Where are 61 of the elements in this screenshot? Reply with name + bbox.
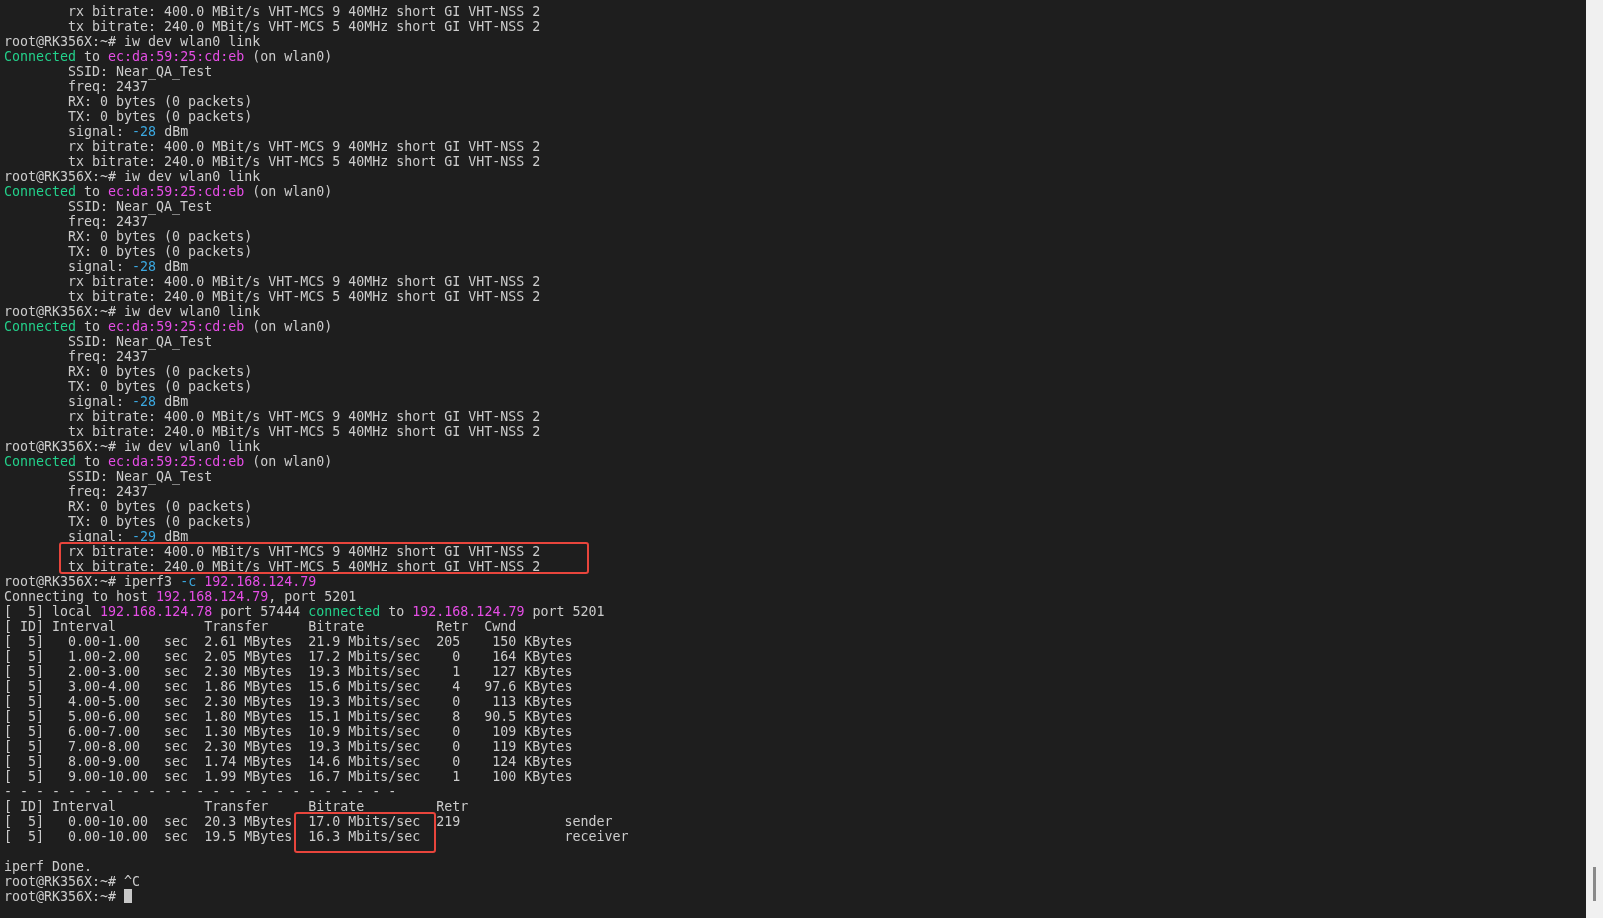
terminal-line: signal: -28 dBm (67, 394, 189, 409)
terminal-line: signal: -29 dBm (67, 529, 189, 544)
terminal-line: [ 5] local 192.168.124.78 port 57444 connected to 192.168.124.79 port 5201 (4, 604, 605, 619)
terminal-line: tx bitrate: 240.0 MBit/s VHT-MCS 5 40MHz short GI VHT-NSS 2 (67, 289, 541, 304)
terminal-line: Connected to ec:da:59:25:cd:eb (on wlan0) (4, 49, 333, 64)
terminal-line: freq: 2437 (67, 79, 149, 94)
terminal-line: RX: 0 bytes (0 packets) (67, 229, 253, 244)
terminal-line: - - - - - - - - - - - - - - - - - - - - - - - - - (4, 784, 397, 799)
terminal-line: freq: 2437 (67, 214, 149, 229)
terminal-line: [ 5] 9.00-10.00 sec 1.99 MBytes 16.7 Mbits/sec 1 100 KBytes (4, 769, 573, 784)
terminal-line: RX: 0 bytes (0 packets) (67, 364, 253, 379)
terminal-line: RX: 0 bytes (0 packets) (67, 94, 253, 109)
terminal-line: SSID: Near_QA_Test (67, 469, 213, 484)
terminal-line: iperf Done. (4, 859, 93, 874)
terminal-line: rx bitrate: 400.0 MBit/s VHT-MCS 9 40MHz short GI VHT-NSS 2 (67, 139, 541, 154)
terminal-line: freq: 2437 (67, 349, 149, 364)
terminal-line: [ 5] 3.00-4.00 sec 1.86 MBytes 15.6 Mbits/sec 4 97.6 KBytes (4, 679, 573, 694)
terminal-line: tx bitrate: 240.0 MBit/s VHT-MCS 5 40MHz short GI VHT-NSS 2 (67, 19, 541, 34)
terminal-line: tx bitrate: 240.0 MBit/s VHT-MCS 5 40MHz short GI VHT-NSS 2 (67, 424, 541, 439)
terminal-line: Connecting to host 192.168.124.79, port 5201 (4, 589, 357, 604)
terminal-line: SSID: Near_QA_Test (67, 334, 213, 349)
terminal-line: TX: 0 bytes (0 packets) (67, 379, 253, 394)
terminal-line: root@RK356X:~# iperf3 -c 192.168.124.79 (4, 574, 317, 589)
terminal-line: [ ID] Interval Transfer Bitrate Retr (4, 799, 469, 814)
terminal-line: root@RK356X:~# iw dev wlan0 link (4, 439, 261, 454)
terminal-line: signal: -28 dBm (67, 124, 189, 139)
terminal-line: rx bitrate: 400.0 MBit/s VHT-MCS 9 40MHz short GI VHT-NSS 2 (67, 544, 541, 559)
terminal-line: root@RK356X:~# (4, 889, 133, 904)
terminal-line: root@RK356X:~# iw dev wlan0 link (4, 304, 261, 319)
scrollbar[interactable] (1586, 0, 1603, 918)
terminal-line: SSID: Near_QA_Test (67, 64, 213, 79)
terminal-line: [ ID] Interval Transfer Bitrate Retr Cwnd (4, 619, 517, 634)
terminal-line: tx bitrate: 240.0 MBit/s VHT-MCS 5 40MHz short GI VHT-NSS 2 (67, 154, 541, 169)
terminal-line: rx bitrate: 400.0 MBit/s VHT-MCS 9 40MHz short GI VHT-NSS 2 (67, 4, 541, 19)
terminal-line: tx bitrate: 240.0 MBit/s VHT-MCS 5 40MHz short GI VHT-NSS 2 (67, 559, 541, 574)
terminal-line: [ 5] 6.00-7.00 sec 1.30 MBytes 10.9 Mbits/sec 0 109 KBytes (4, 724, 573, 739)
terminal-line: [ 5] 0.00-10.00 sec 20.3 MBytes 17.0 Mbits/sec 219 sender (4, 814, 613, 829)
terminal-line: [ 5] 0.00-1.00 sec 2.61 MBytes 21.9 Mbits/sec 205 150 KBytes (4, 634, 573, 649)
terminal-line: [ 5] 2.00-3.00 sec 2.30 MBytes 19.3 Mbits/sec 1 127 KBytes (4, 664, 573, 679)
terminal-line: [ 5] 8.00-9.00 sec 1.74 MBytes 14.6 Mbits/sec 0 124 KBytes (4, 754, 573, 769)
terminal-line: TX: 0 bytes (0 packets) (67, 514, 253, 529)
terminal-line: [ 5] 4.00-5.00 sec 2.30 MBytes 19.3 Mbits/sec 0 113 KBytes (4, 694, 573, 709)
terminal-line: signal: -28 dBm (67, 259, 189, 274)
terminal-line: rx bitrate: 400.0 MBit/s VHT-MCS 9 40MHz short GI VHT-NSS 2 (67, 274, 541, 289)
terminal-line: Connected to ec:da:59:25:cd:eb (on wlan0) (4, 184, 333, 199)
terminal-line: RX: 0 bytes (0 packets) (67, 499, 253, 514)
terminal-line: root@RK356X:~# iw dev wlan0 link (4, 34, 261, 49)
terminal-line: [ 5] 7.00-8.00 sec 2.30 MBytes 19.3 Mbits/sec 0 119 KBytes (4, 739, 573, 754)
terminal-line: Connected to ec:da:59:25:cd:eb (on wlan0) (4, 319, 333, 334)
terminal-line: [ 5] 5.00-6.00 sec 1.80 MBytes 15.1 Mbits/sec 8 90.5 KBytes (4, 709, 573, 724)
terminal-line: Connected to ec:da:59:25:cd:eb (on wlan0) (4, 454, 333, 469)
terminal-line: TX: 0 bytes (0 packets) (67, 109, 253, 124)
terminal-line: TX: 0 bytes (0 packets) (67, 244, 253, 259)
scrollbar-thumb[interactable] (1593, 867, 1596, 901)
terminal-line: root@RK356X:~# ^C (4, 874, 141, 889)
terminal-line: [ 5] 0.00-10.00 sec 19.5 MBytes 16.3 Mbits/sec receiver (4, 829, 629, 844)
terminal-line: [ 5] 1.00-2.00 sec 2.05 MBytes 17.2 Mbits/sec 0 164 KBytes (4, 649, 573, 664)
terminal-line: rx bitrate: 400.0 MBit/s VHT-MCS 9 40MHz short GI VHT-NSS 2 (67, 409, 541, 424)
terminal-line: freq: 2437 (67, 484, 149, 499)
terminal-line: SSID: Near_QA_Test (67, 199, 213, 214)
terminal-line: root@RK356X:~# iw dev wlan0 link (4, 169, 261, 184)
